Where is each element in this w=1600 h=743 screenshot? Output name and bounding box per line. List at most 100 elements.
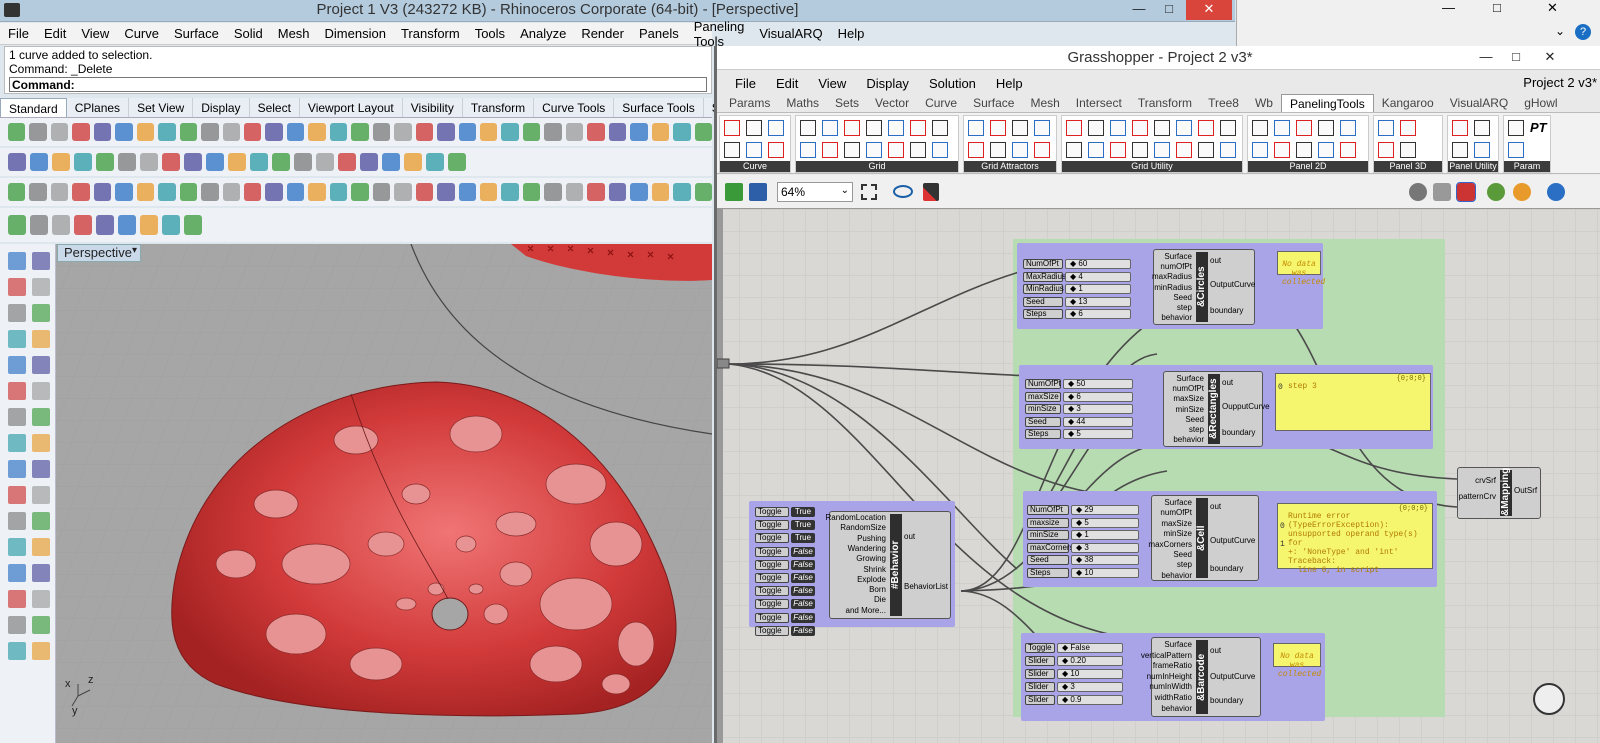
toolbar-tool-icon[interactable] — [222, 183, 240, 201]
ribbon-tool-icon[interactable] — [968, 120, 984, 136]
component-output[interactable]: OupputCurve — [1222, 402, 1270, 411]
toolbar-tool-icon[interactable] — [162, 215, 180, 235]
gh-tab-panelingtools[interactable]: PanelingTools — [1280, 94, 1374, 112]
material-sphere-icon[interactable] — [1513, 183, 1531, 201]
gh-canvas[interactable]: NumOfPt ◆ 60 MaxRadius ◆ 4 MinRadius ◆ 1 Seed ◆… — [717, 209, 1600, 743]
palette-tool-icon[interactable] — [8, 382, 26, 400]
toolbar-tool-icon[interactable] — [394, 123, 412, 141]
cell-output-panel[interactable]: {0;0;0} 0 1 Runtime error (TypeErrorExce… — [1277, 503, 1433, 575]
ribbon-tool-icon[interactable] — [1508, 142, 1524, 158]
number-slider[interactable]: ◆ 3 — [1063, 404, 1133, 414]
component-input[interactable]: crvSrf — [1475, 476, 1496, 485]
toolbar-tool-icon[interactable] — [329, 123, 348, 141]
ribbon-tool-icon[interactable] — [1198, 142, 1214, 158]
component-input[interactable]: widthRatio — [1155, 693, 1192, 702]
component-output[interactable]: OutSrf — [1514, 486, 1537, 495]
component-input[interactable]: Born — [869, 585, 886, 594]
gh-tab-params[interactable]: Params — [721, 94, 778, 112]
component-input[interactable]: step — [1177, 303, 1192, 312]
param-label[interactable]: minSize — [1025, 404, 1061, 414]
toolbar-tool-icon[interactable] — [52, 215, 70, 235]
toolbar-tool-icon[interactable] — [587, 123, 605, 141]
ribbon-tool-icon[interactable] — [1012, 142, 1028, 158]
toolbar-tool-icon[interactable] — [351, 123, 369, 141]
chevron-down-icon[interactable]: ⌄ — [1555, 24, 1565, 38]
toolbar-tool-icon[interactable] — [140, 153, 158, 171]
toolbar-tool-icon[interactable] — [74, 215, 92, 235]
toolbar-tool-icon[interactable] — [673, 183, 691, 201]
palette-tool-icon[interactable] — [8, 642, 26, 660]
close-icon[interactable]: ✕ — [1535, 48, 1565, 68]
boolean-toggle[interactable]: False — [791, 625, 815, 636]
toolbar-tool-icon[interactable] — [360, 153, 378, 171]
component-input[interactable]: step — [1177, 560, 1192, 569]
ribbon-tool-icon[interactable] — [1066, 120, 1082, 136]
maximize-icon[interactable]: □ — [1493, 0, 1501, 15]
tab-select[interactable]: Select — [250, 98, 300, 117]
tab-transform[interactable]: Transform — [463, 98, 535, 117]
toolbar-tool-icon[interactable] — [8, 215, 26, 235]
save-file-icon[interactable] — [749, 183, 767, 201]
component-input[interactable]: RandomLocation — [826, 513, 886, 522]
toolbar-tool-icon[interactable] — [404, 153, 422, 171]
number-slider[interactable]: ◆ 6 — [1063, 391, 1133, 402]
gh-tab-ghowl[interactable]: gHowl — [1516, 94, 1565, 112]
toolbar-tool-icon[interactable] — [673, 123, 691, 141]
component-input[interactable]: Surface — [1164, 252, 1192, 261]
component-input[interactable]: RandomSize — [840, 523, 886, 532]
preview-eye-icon[interactable] — [893, 185, 913, 198]
component-input[interactable]: verticalPattern — [1141, 651, 1192, 660]
ribbon-tool-icon[interactable] — [1508, 120, 1524, 136]
gh-tab-surface[interactable]: Surface — [965, 94, 1022, 112]
ribbon-tool-icon[interactable] — [1400, 142, 1416, 158]
toolbar-tool-icon[interactable] — [544, 183, 562, 201]
help-icon[interactable]: ? — [1575, 24, 1591, 40]
palette-tool-icon[interactable] — [32, 616, 50, 634]
ribbon-tool-icon[interactable] — [1034, 142, 1050, 158]
gh-menu-solution[interactable]: Solution — [929, 76, 976, 91]
component-output[interactable]: BehaviorList — [904, 582, 948, 591]
gh-tab-curve[interactable]: Curve — [917, 94, 965, 112]
component-input[interactable]: Growing — [856, 554, 886, 563]
ribbon-tool-icon[interactable] — [1452, 142, 1468, 158]
toolbar-tool-icon[interactable] — [184, 153, 202, 171]
toolbar-tool-icon[interactable] — [565, 183, 584, 201]
gh-menu-help[interactable]: Help — [996, 76, 1023, 91]
tab-set-view[interactable]: Set View — [129, 98, 194, 117]
perspective-viewport[interactable]: z x y — [56, 244, 712, 743]
zoom-extents-icon[interactable] — [861, 184, 877, 200]
ribbon-tool-icon[interactable] — [1378, 142, 1394, 158]
ribbon-tool-icon[interactable] — [1176, 120, 1192, 136]
ribbon-tool-icon[interactable] — [1274, 120, 1290, 136]
ribbon-tool-icon[interactable] — [990, 142, 1006, 158]
component-input[interactable]: patternCrv — [1459, 492, 1496, 501]
gh-menu-display[interactable]: Display — [866, 76, 909, 91]
toolbar-tool-icon[interactable] — [52, 153, 70, 171]
component-input[interactable]: numOfPt — [1160, 262, 1192, 271]
tab-display[interactable]: Display — [193, 98, 250, 117]
component-input[interactable]: behavior — [1161, 313, 1192, 322]
palette-tool-icon[interactable] — [32, 512, 50, 530]
boolean-toggle[interactable]: True — [791, 507, 815, 517]
toolbar-tool-icon[interactable] — [30, 215, 48, 235]
mapping-component[interactable]: &Mapping crvSrf patternCrv OutSrf — [1457, 467, 1541, 519]
toolbar-tool-icon[interactable] — [501, 123, 519, 141]
palette-tool-icon[interactable] — [8, 330, 26, 348]
toolbar-tool-icon[interactable] — [265, 123, 283, 141]
toolbar-tool-icon[interactable] — [651, 183, 670, 201]
param-label[interactable]: Steps — [1025, 429, 1061, 439]
toolbar-tool-icon[interactable] — [372, 183, 391, 201]
component-input[interactable]: numOfPt — [1160, 508, 1192, 517]
toolbar-tool-icon[interactable] — [184, 215, 202, 235]
ribbon-tool-icon[interactable] — [866, 120, 882, 136]
sketch-pen-icon[interactable] — [923, 183, 939, 201]
boolean-toggle[interactable]: True — [791, 520, 815, 531]
gh-menu-edit[interactable]: Edit — [776, 76, 798, 91]
toolbar-tool-icon[interactable] — [544, 123, 562, 141]
gh-tab-wb[interactable]: Wb — [1247, 94, 1281, 112]
toolbar-tool-icon[interactable] — [338, 153, 356, 171]
menu-visualarq[interactable]: VisualARQ — [759, 26, 822, 41]
param-label[interactable]: Slider — [1025, 695, 1055, 705]
palette-tool-icon[interactable] — [32, 460, 50, 478]
component-output[interactable]: boundary — [1210, 564, 1243, 573]
